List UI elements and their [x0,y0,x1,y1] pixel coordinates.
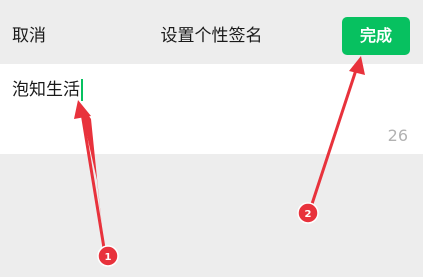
signature-editor[interactable]: 泡知生活 26 [0,64,423,154]
cancel-button[interactable]: 取消 [12,24,46,48]
signature-input[interactable]: 泡知生活 [12,77,83,103]
marker-2-badge: 2 [297,202,319,224]
text-caret [81,79,83,101]
done-button[interactable]: 完成 [342,17,410,55]
marker-2-label: 2 [305,209,312,220]
marker-1-badge: 1 [97,245,119,267]
remaining-count: 26 [387,126,408,145]
signature-text: 泡知生活 [12,80,80,100]
marker-1-label: 1 [105,252,112,263]
nav-bar: 取消 设置个性签名 完成 [0,0,423,64]
